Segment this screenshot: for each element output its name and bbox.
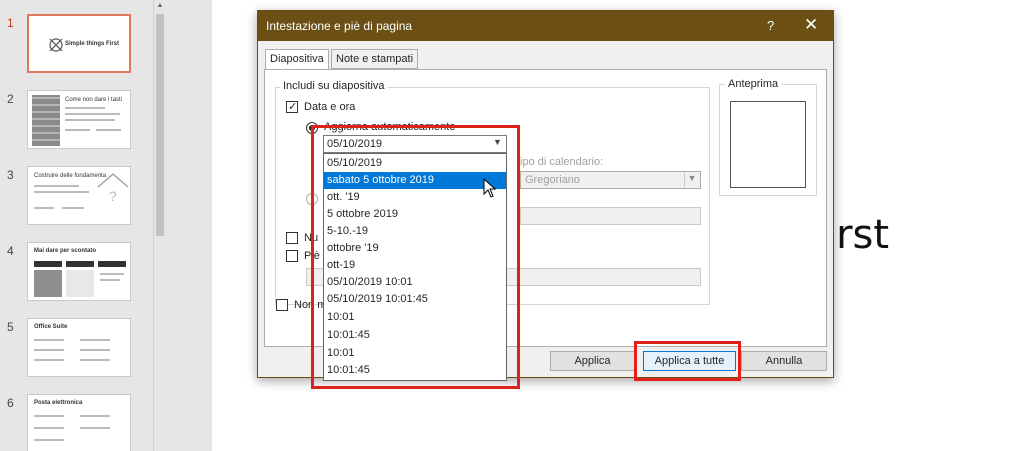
close-button[interactable]: ✕ [804, 15, 818, 35]
apply-button[interactable]: Applica [550, 351, 635, 371]
dont-show-on-title-checkbox[interactable] [276, 299, 288, 311]
slide-number-5: 5 [7, 320, 14, 334]
annotation-highlight-dropdown [311, 125, 520, 389]
thumbnail-title: Office Suite [34, 324, 68, 330]
calendar-type-label: ipo di calendario: [520, 156, 604, 168]
group-label: Includi su diapositiva [280, 80, 388, 92]
slide-number-checkbox[interactable] [286, 232, 298, 244]
slide-thumbnail-2[interactable]: Come non dare i tasti [27, 90, 131, 149]
logo-icon [49, 38, 63, 52]
scroll-up-icon[interactable]: ▲ [155, 2, 165, 12]
slide-number-3: 3 [7, 168, 14, 182]
dialog-title: Intestazione e piè di pagina [266, 19, 413, 33]
slide-thumbnail-3[interactable]: Costruire delle fondamenta ? [27, 166, 131, 225]
tab-diapositiva[interactable]: Diapositiva [265, 49, 329, 70]
slide-number-4: 4 [7, 244, 14, 258]
dialog-titlebar: Intestazione e piè di pagina ? ✕ [258, 11, 833, 41]
preview-label: Anteprima [725, 78, 782, 90]
thumbnail-title: Mai dare per scontato [34, 248, 97, 254]
slide-thumbnail-5[interactable]: Office Suite [27, 318, 131, 377]
slide-thumbnails-panel: 1 Simple things First 2 Come non dare i … [0, 0, 170, 451]
thumbnail-title: Come non dare i tasti [65, 97, 123, 103]
calendar-type-value: Gregoriano [525, 174, 581, 186]
slide-thumbnail-4[interactable]: Mai dare per scontato [27, 242, 131, 301]
slide-title-text[interactable]: irst [825, 212, 889, 258]
slide-number-1: 1 [7, 16, 14, 30]
help-button[interactable]: ? [767, 18, 774, 33]
slide-thumbnail-1[interactable]: Simple things First [27, 14, 131, 73]
chevron-down-icon: ▼ [684, 173, 699, 187]
mouse-cursor-icon [483, 178, 497, 198]
svg-text:?: ? [109, 188, 117, 204]
slide-number-2: 2 [7, 92, 14, 106]
date-time-label: Data e ora [304, 101, 356, 113]
calendar-type-dropdown[interactable]: Gregoriano ▼ [520, 171, 701, 189]
date-time-checkbox[interactable] [286, 100, 298, 113]
thumbnail-title: Simple things First [65, 41, 120, 47]
slide-thumbnail-6[interactable]: Posta elettronica [27, 394, 131, 451]
footer-checkbox[interactable] [286, 250, 298, 262]
slide-number-6: 6 [7, 396, 14, 410]
thumbnails-scrollbar[interactable]: ▲ [153, 0, 165, 451]
scrollbar-thumb[interactable] [156, 14, 164, 236]
cancel-button[interactable]: Annulla [741, 351, 827, 371]
annotation-highlight-apply-all [634, 341, 741, 381]
preview-box [730, 101, 806, 188]
thumbnail-title: Posta elettronica [34, 400, 83, 406]
tab-note-e-stampati[interactable]: Note e stampati [331, 49, 419, 69]
fixed-date-field[interactable] [520, 207, 701, 225]
house-icon: ? [97, 173, 129, 204]
